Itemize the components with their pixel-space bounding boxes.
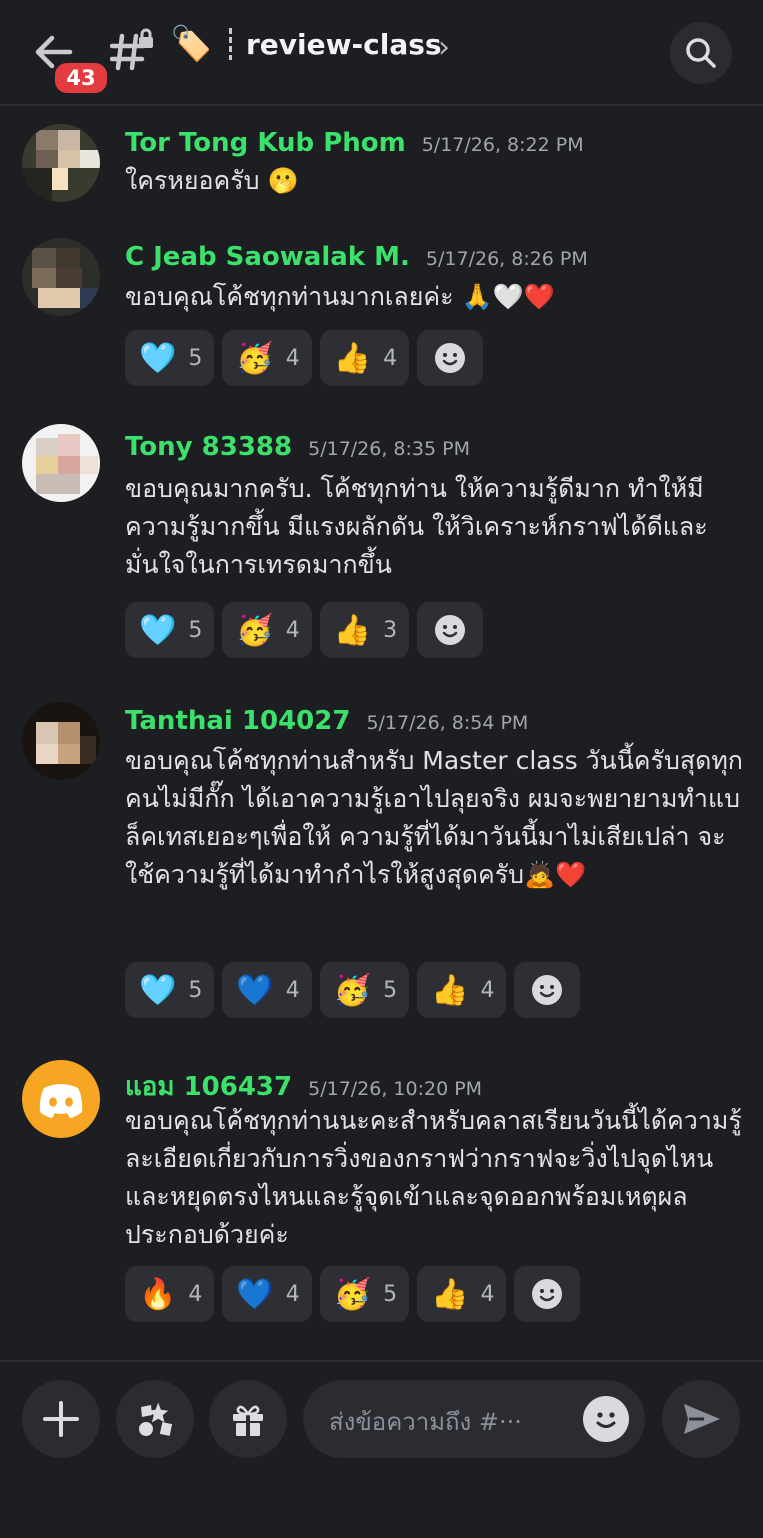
send-button[interactable] <box>662 1380 740 1458</box>
blue-heart-icon: 💙 <box>236 972 274 1008</box>
avatar[interactable] <box>22 1060 100 1138</box>
smiley-icon <box>596 1412 616 1428</box>
smiley-icon <box>532 1279 563 1309</box>
reaction-bar: 🩵 5 🥳 4 👍 3 <box>125 602 484 658</box>
add-reaction-button[interactable] <box>514 962 581 1018</box>
reaction-chip[interactable]: 🔥 4 <box>125 1266 215 1322</box>
reaction-count: 4 <box>285 977 300 1003</box>
light-blue-heart-icon: 🩵 <box>139 612 177 648</box>
reaction-count: 4 <box>383 345 398 371</box>
reaction-count: 4 <box>285 617 300 643</box>
reaction-chip[interactable]: 💙 4 <box>222 1266 312 1322</box>
reaction-count: 3 <box>383 617 398 643</box>
add-reaction-button[interactable] <box>417 330 484 386</box>
avatar[interactable] <box>22 424 100 502</box>
channel-separator <box>229 28 232 60</box>
light-blue-heart-icon: 🩵 <box>139 972 177 1008</box>
thumbs-up-icon: 👍 <box>431 1276 469 1312</box>
username[interactable]: Tor Tong Kub Phom 5/17/26, 8:22 PM <box>125 128 584 158</box>
message-input[interactable]: ส่งข้อความถึง #··· <box>303 1380 645 1458</box>
blue-heart-icon: 💙 <box>236 1276 274 1312</box>
thumbs-up-icon: 👍 <box>333 340 372 376</box>
chevron-right-icon[interactable]: › <box>438 30 450 65</box>
add-reaction-button[interactable] <box>514 1266 581 1322</box>
reaction-chip[interactable]: 💙 4 <box>222 962 312 1018</box>
message-text: ขอบคุณโค้ชทุกท่านมากเลยค่ะ 🙏🤍❤️ <box>125 282 555 311</box>
search-button[interactable] <box>670 22 732 84</box>
reaction-bar: 🩵 5 🥳 4 👍 4 <box>125 330 484 386</box>
apps-button[interactable] <box>116 1380 194 1458</box>
party-face-icon: 🥳 <box>333 972 372 1008</box>
timestamp: 5/17/26, 10:20 PM <box>308 1078 483 1100</box>
reaction-chip[interactable]: 🥳 4 <box>222 330 312 386</box>
locked-channel-icon <box>109 28 156 74</box>
timestamp: 5/17/26, 8:35 PM <box>308 438 470 460</box>
channel-name[interactable]: review-class <box>246 28 442 61</box>
message-text: ใครหยอครับ 🫢 <box>125 166 299 195</box>
reaction-chip[interactable]: 🩵 5 <box>125 962 215 1018</box>
reaction-count: 4 <box>480 1281 495 1307</box>
timestamp: 5/17/26, 8:26 PM <box>425 248 588 270</box>
smiley-icon <box>435 615 466 645</box>
send-icon <box>684 1404 720 1434</box>
thumbs-up-icon: 👍 <box>333 612 372 648</box>
reaction-count: 4 <box>480 977 495 1003</box>
timestamp: 5/17/26, 8:54 PM <box>366 712 529 734</box>
unread-badge: 43 <box>52 60 110 96</box>
fire-icon: 🔥 <box>139 1276 177 1312</box>
apps-icon <box>139 1402 173 1436</box>
reaction-chip[interactable]: 👍 4 <box>417 1266 507 1322</box>
reaction-chip[interactable]: 👍 4 <box>319 330 410 386</box>
message-text: ขอบคุณโค้ชทุกท่านสำหรับ Master class วัน… <box>125 746 743 889</box>
timestamp: 5/17/26, 8:22 PM <box>421 134 584 156</box>
party-face-icon: 🥳 <box>236 612 274 648</box>
reaction-chip[interactable]: 🥳 5 <box>319 962 410 1018</box>
channel-header: 43 🏷️ review-class › <box>0 0 763 106</box>
reaction-chip[interactable]: 🩵 5 <box>125 330 215 386</box>
message-text: ขอบคุณโค้ชทุกท่านนะคะสำหรับคลาสเรียนวันน… <box>125 1106 742 1249</box>
reaction-count: 5 <box>188 617 203 643</box>
reaction-count: 5 <box>383 1281 398 1307</box>
reaction-count: 4 <box>285 1281 300 1307</box>
reaction-count: 5 <box>188 977 203 1003</box>
reaction-chip[interactable]: 👍 3 <box>319 602 410 658</box>
reaction-count: 4 <box>188 1281 203 1307</box>
add-reaction-button[interactable] <box>417 602 484 658</box>
gift-icon <box>233 1405 263 1436</box>
username[interactable]: แอม 106437 5/17/26, 10:20 PM <box>125 1066 482 1107</box>
gift-button[interactable] <box>209 1380 287 1458</box>
message-composer: ส่งข้อความถึง #··· <box>0 1360 763 1538</box>
username[interactable]: C Jeab Saowalak M. 5/17/26, 8:26 PM <box>125 242 588 272</box>
reaction-chip[interactable]: 🥳 4 <box>222 602 312 658</box>
avatar[interactable] <box>22 124 100 202</box>
smiley-icon <box>532 975 563 1005</box>
reaction-chip[interactable]: 👍 4 <box>417 962 507 1018</box>
thumbs-up-icon: 👍 <box>431 972 469 1008</box>
discord-logo-icon <box>39 1084 83 1118</box>
username[interactable]: Tony 83388 5/17/26, 8:35 PM <box>125 432 470 462</box>
message-input-placeholder: ส่งข้อความถึง #··· <box>329 1408 522 1436</box>
message-list[interactable]: Tor Tong Kub Phom 5/17/26, 8:22 PM ใครหยอ… <box>0 106 763 1360</box>
avatar[interactable] <box>22 702 100 780</box>
reaction-count: 5 <box>188 345 203 371</box>
party-face-icon: 🥳 <box>333 1276 372 1312</box>
reaction-bar: 🩵 5 💙 4 🥳 5 👍 4 <box>125 962 581 1018</box>
reaction-count: 4 <box>285 345 300 371</box>
avatar[interactable] <box>22 238 100 316</box>
reaction-chip[interactable]: 🥳 5 <box>319 1266 410 1322</box>
message-text: ขอบคุณมากครับ. โค้ชทุกท่าน ให้ความรู้ดีม… <box>125 474 708 579</box>
light-blue-heart-icon: 🩵 <box>139 340 177 376</box>
party-face-icon: 🥳 <box>236 340 274 376</box>
attach-button[interactable] <box>22 1380 100 1458</box>
search-icon <box>686 38 716 68</box>
emoji-picker-button[interactable] <box>583 1396 629 1442</box>
username[interactable]: Tanthai 104027 5/17/26, 8:54 PM <box>125 706 528 736</box>
reaction-bar: 🔥 4 💙 4 🥳 5 👍 4 <box>125 1266 581 1322</box>
reaction-count: 5 <box>383 977 398 1003</box>
label-emoji: 🏷️ <box>170 24 213 64</box>
smiley-icon <box>435 343 466 373</box>
reaction-chip[interactable]: 🩵 5 <box>125 602 215 658</box>
plus-icon <box>43 1401 79 1437</box>
